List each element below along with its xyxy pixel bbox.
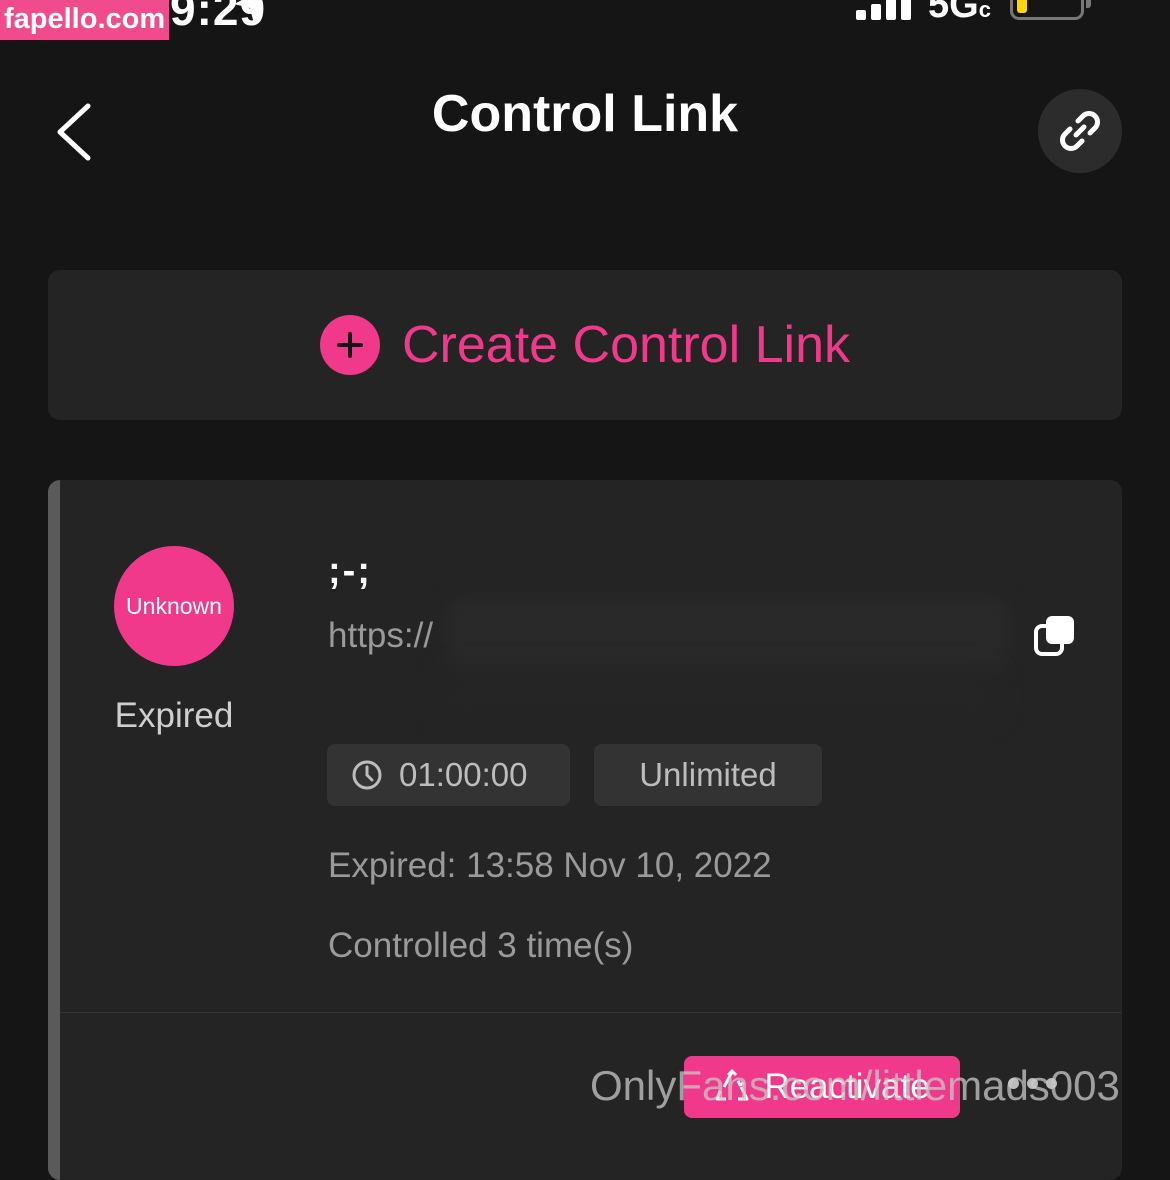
- duration-chip: 01:00:00: [327, 744, 570, 806]
- status-label: Expired: [114, 696, 234, 735]
- network-type: 5Gc: [928, 0, 991, 26]
- redacted-url-blur: [448, 600, 1008, 670]
- link-url[interactable]: https://: [328, 616, 433, 656]
- control-count: Controlled 3 time(s): [328, 926, 634, 965]
- avatar: Unknown: [114, 546, 234, 666]
- link-button[interactable]: [1038, 89, 1122, 173]
- link-name: ;-;: [328, 550, 372, 592]
- copy-button[interactable]: [1032, 614, 1076, 658]
- limit-chip: Unlimited: [594, 744, 822, 806]
- page-title: Control Link: [431, 85, 739, 143]
- card-divider: [60, 1012, 1122, 1013]
- redacted-url-blur: [438, 670, 998, 720]
- battery-level: [1017, 0, 1027, 13]
- clock-icon: [352, 760, 382, 790]
- create-control-link-label: Create Control Link: [402, 316, 850, 374]
- expired-at: Expired: 13:58 Nov 10, 2022: [328, 846, 772, 885]
- copy-icon: [1034, 616, 1074, 656]
- footer-watermark: OnlyFans.com/littlemads003: [590, 1062, 1120, 1109]
- watermark-badge: fapello.com: [0, 0, 170, 40]
- plus-icon: [320, 315, 380, 375]
- battery-icon: [1010, 0, 1084, 20]
- create-control-link-button[interactable]: Create Control Link: [48, 270, 1122, 420]
- location-arrow-icon: [234, 0, 262, 24]
- battery-nub: [1086, 0, 1091, 8]
- signal-icon: [856, 0, 916, 20]
- card-status-stripe: [48, 480, 60, 1180]
- link-icon: [1060, 111, 1100, 151]
- duration-value: 01:00:00: [399, 756, 528, 793]
